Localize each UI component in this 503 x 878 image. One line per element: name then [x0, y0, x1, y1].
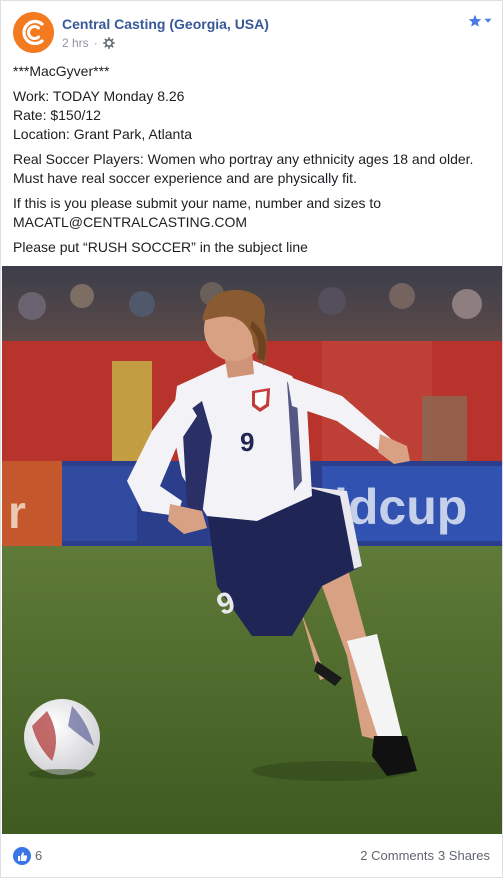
chevron-down-icon	[484, 18, 492, 23]
post-card: Central Casting (Georgia, USA) 2 hrs · *…	[0, 0, 503, 878]
work-date: Work: TODAY Monday 8.26	[13, 88, 185, 104]
like-reaction-icon[interactable]	[13, 847, 31, 865]
post-title: ***MacGyver***	[13, 63, 110, 79]
shares-count-link[interactable]: 3 Shares	[438, 848, 490, 863]
role-description: Real Soccer Players: Women who portray a…	[13, 151, 474, 167]
like-count[interactable]: 6	[35, 848, 42, 863]
shoot-location: Location: Grant Park, Atlanta	[13, 126, 192, 142]
post-message: ***MacGyver*** Work: TODAY Monday 8.26 R…	[13, 62, 493, 263]
comments-count-link[interactable]: 2 Comments	[360, 848, 434, 863]
subject-line-instructions: Please put “RUSH SOCCER” in the subject …	[13, 239, 308, 255]
post-timestamp[interactable]: 2 hrs	[62, 36, 89, 50]
post-header: Central Casting (Georgia, USA) 2 hrs ·	[1, 1, 503, 59]
post-footer: 6 2 Comments 3 Shares	[1, 837, 503, 877]
pay-rate: Rate: $150/12	[13, 107, 101, 123]
jersey-number: 9	[240, 427, 254, 457]
page-avatar[interactable]	[13, 12, 54, 53]
meta-separator: ·	[93, 36, 98, 50]
soccer-player-photo: r ldcup 9 9	[2, 266, 502, 834]
submission-instructions: If this is you please submit your name, …	[13, 195, 382, 211]
page-name-link[interactable]: Central Casting (Georgia, USA)	[62, 16, 269, 32]
gear-icon[interactable]	[102, 37, 115, 49]
submission-email: MACATL@CENTRALCASTING.COM	[13, 214, 248, 230]
star-icon	[468, 14, 482, 27]
post-options-button[interactable]	[468, 13, 492, 29]
banner-text-left: r	[8, 486, 26, 538]
role-requirements: Must have real soccer experience and are…	[13, 170, 357, 186]
post-meta: 2 hrs ·	[62, 36, 115, 50]
central-casting-logo-icon	[13, 12, 54, 53]
post-photo[interactable]: r ldcup 9 9	[2, 266, 502, 834]
